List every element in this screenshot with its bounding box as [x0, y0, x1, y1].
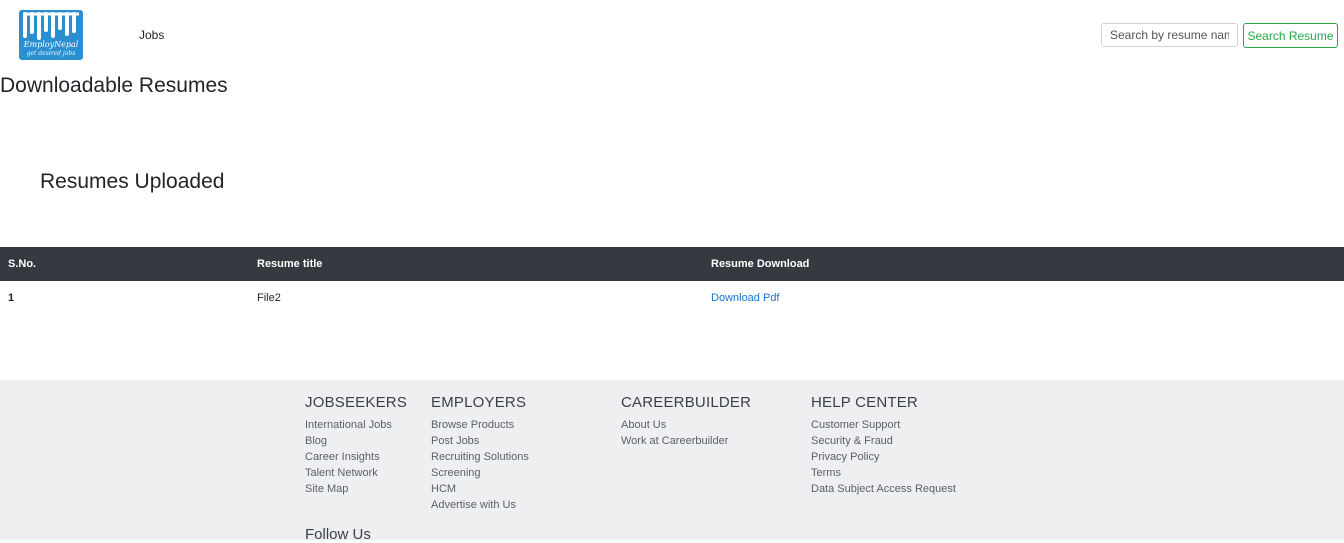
resume-search-input[interactable] — [1101, 23, 1238, 47]
section-title: Resumes Uploaded — [40, 170, 225, 193]
footer-column-help-center: HELP CENTER Customer Support Security & … — [811, 394, 956, 497]
footer-heading: JOBSEEKERS — [305, 394, 408, 411]
footer-link[interactable]: Screening — [431, 467, 481, 479]
footer-link[interactable]: Security & Fraud — [811, 435, 893, 447]
footer-link[interactable]: Talent Network — [305, 467, 378, 479]
footer-column-jobseekers: JOBSEEKERS International Jobs Blog Caree… — [305, 394, 407, 497]
footer-heading: CAREERBUILDER — [621, 394, 752, 411]
cell-resume-title: File2 — [257, 292, 281, 304]
cell-sno: 1 — [8, 292, 15, 304]
logo-brand-text: EmployNepal — [23, 40, 79, 49]
page-title: Downloadable Resumes — [0, 74, 228, 97]
footer-link[interactable]: Data Subject Access Request — [811, 483, 956, 495]
footer-column-employers: EMPLOYERS Browse Products Post Jobs Recr… — [431, 394, 529, 513]
footer-link[interactable]: Career Insights — [305, 451, 380, 463]
footer: JOBSEEKERS International Jobs Blog Caree… — [0, 380, 1344, 543]
footer-heading: EMPLOYERS — [431, 394, 527, 411]
footer-link[interactable]: Terms — [811, 467, 841, 479]
footer-link[interactable]: About Us — [621, 419, 666, 431]
navbar: EmployNepal get desired jobs Jobs Search… — [0, 0, 1344, 70]
footer-column-careerbuilder: CAREERBUILDER About Us Work at Careerbui… — [621, 394, 751, 449]
footer-link[interactable]: Privacy Policy — [811, 451, 879, 463]
column-header-title: Resume title — [257, 258, 323, 270]
logo-drip-icon — [23, 12, 79, 40]
cell-download: Download Pdf — [703, 281, 1344, 315]
footer-link[interactable]: Browse Products — [431, 419, 514, 431]
footer-heading: HELP CENTER — [811, 394, 918, 411]
footer-link[interactable]: Blog — [305, 435, 327, 447]
footer-link[interactable]: HCM — [431, 483, 456, 495]
nav-jobs-link[interactable]: Jobs — [139, 28, 164, 42]
table-row: 1 File2 Download Pdf — [0, 281, 1344, 315]
footer-link[interactable]: Post Jobs — [431, 435, 479, 447]
footer-link[interactable]: Site Map — [305, 483, 348, 495]
search-resume-button[interactable]: Search Resume — [1243, 23, 1338, 48]
column-header-sno: S.No. — [8, 258, 37, 270]
column-header-download: Resume Download — [711, 258, 810, 270]
footer-link[interactable]: Work at Careerbuilder — [621, 435, 728, 447]
table-header-row: S.No. Resume title Resume Download — [0, 247, 1344, 281]
footer-link[interactable]: Advertise with Us — [431, 499, 516, 511]
footer-link[interactable]: International Jobs — [305, 419, 392, 431]
footer-link[interactable]: Recruiting Solutions — [431, 451, 529, 463]
follow-us-heading: Follow Us — [305, 526, 371, 543]
resumes-table: S.No. Resume title Resume Download 1 Fil… — [0, 247, 1344, 315]
download-pdf-link[interactable]: Download Pdf — [711, 292, 780, 304]
brand-logo[interactable]: EmployNepal get desired jobs — [19, 10, 83, 60]
logo-tagline: get desired jobs — [26, 50, 76, 57]
footer-link[interactable]: Customer Support — [811, 419, 900, 431]
